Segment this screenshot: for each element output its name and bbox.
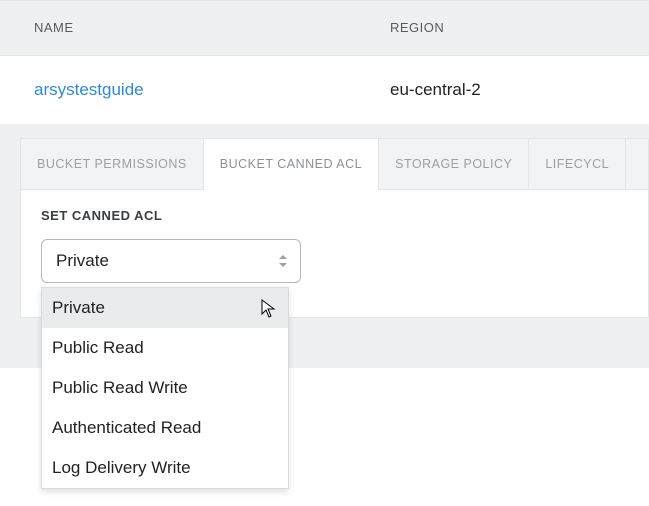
select-box[interactable]: Private [41, 239, 301, 283]
table-row: arsystestguide eu-central-2 [0, 56, 649, 124]
col-name-header: NAME [34, 20, 74, 35]
tab-content: SET CANNED ACL Private Private Public Re… [21, 190, 648, 317]
detail-panel-wrap: BUCKET PERMISSIONS BUCKET CANNED ACL STO… [0, 124, 649, 368]
option-authenticated-read[interactable]: Authenticated Read [42, 408, 288, 448]
table-header: NAME REGION [0, 0, 649, 56]
option-log-delivery-write[interactable]: Log Delivery Write [42, 448, 288, 488]
form-label: SET CANNED ACL [41, 208, 628, 223]
tab-strip: BUCKET PERMISSIONS BUCKET CANNED ACL STO… [21, 139, 648, 190]
region-value: eu-central-2 [390, 80, 481, 99]
tab-bucket-canned-acl[interactable]: BUCKET CANNED ACL [204, 139, 379, 190]
option-public-read[interactable]: Public Read [42, 328, 288, 368]
canned-acl-select[interactable]: Private Private Public Read Public Read … [41, 239, 301, 283]
option-private[interactable]: Private [42, 288, 288, 328]
canned-acl-dropdown[interactable]: Private Public Read Public Read Write Au… [41, 287, 289, 489]
detail-panel: BUCKET PERMISSIONS BUCKET CANNED ACL STO… [20, 138, 649, 318]
tab-storage-policy[interactable]: STORAGE POLICY [379, 139, 529, 189]
col-region-header: REGION [390, 20, 444, 35]
select-value: Private [56, 251, 109, 271]
tab-lifecycle[interactable]: LIFECYCL [529, 139, 626, 189]
tab-bucket-permissions[interactable]: BUCKET PERMISSIONS [21, 139, 204, 189]
option-public-read-write[interactable]: Public Read Write [42, 368, 288, 408]
bucket-link[interactable]: arsystestguide [34, 80, 144, 99]
